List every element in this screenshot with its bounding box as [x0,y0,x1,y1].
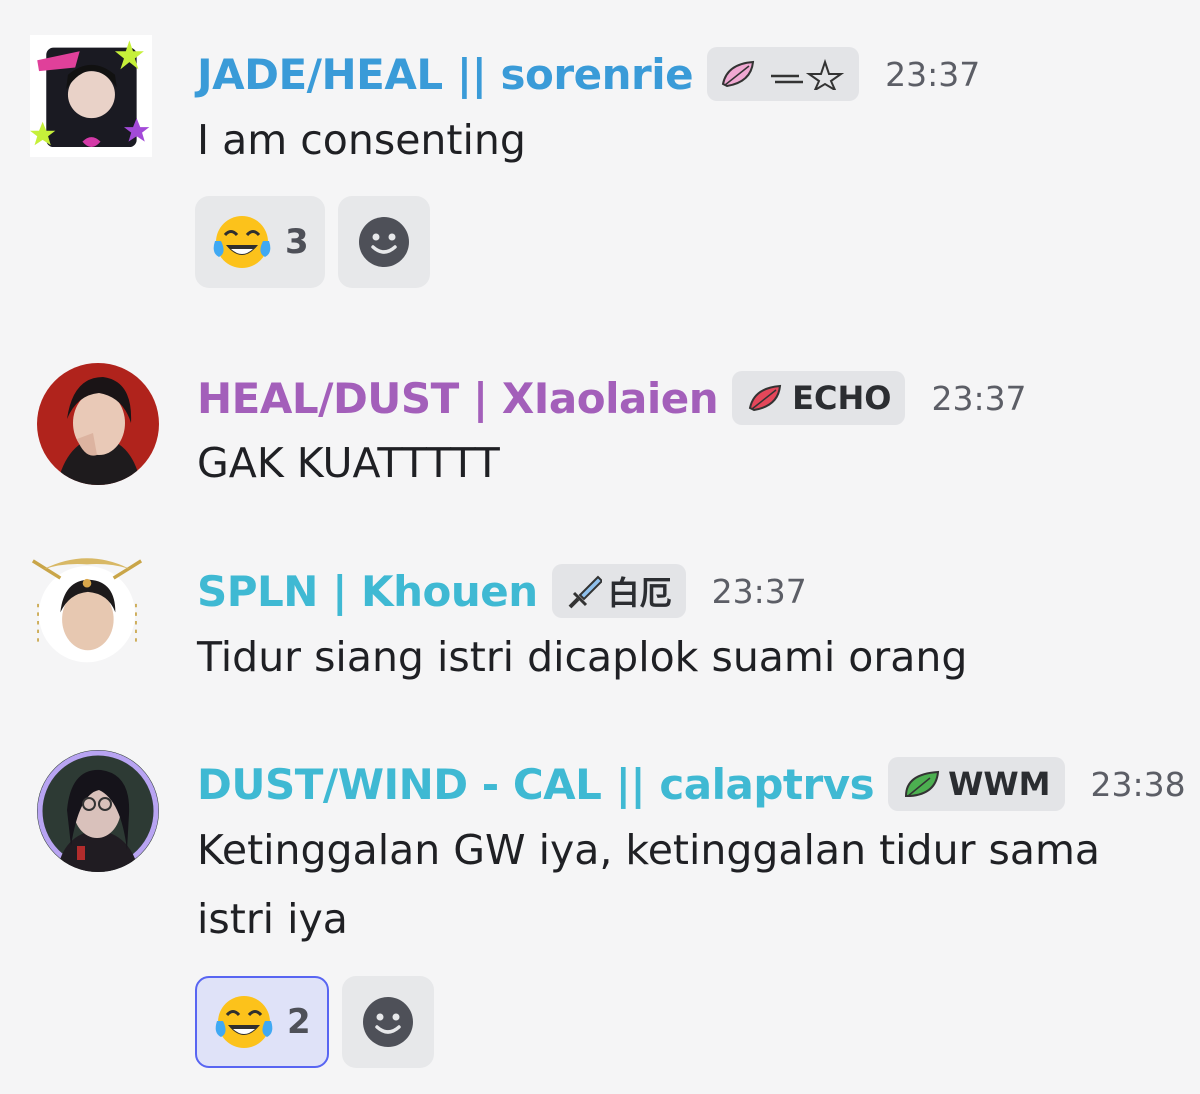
add-reaction-button[interactable] [341,976,434,1068]
role-tag[interactable]: WWM [888,757,1065,811]
reaction-bar: 3 [195,196,430,288]
message-text: Tidur siang istri dicaplok suami orang [197,633,968,681]
reaction-count: 2 [287,1002,311,1042]
message-text: I am consenting [197,116,526,164]
username[interactable]: HEAL/DUST | XIaolaien [197,374,719,423]
avatar[interactable] [26,548,168,680]
avatar[interactable] [37,750,159,872]
smiley-icon [362,997,413,1047]
username[interactable]: DUST/WIND - CAL || calaptrvs [197,760,875,809]
reaction-laughing[interactable]: 2 [195,976,329,1068]
avatar[interactable] [30,35,165,170]
role-tag[interactable] [707,47,860,101]
sparkle-icon [771,58,845,90]
username[interactable]: JADE/HEAL || sorenrie [197,50,694,99]
reaction-bar: 2 [195,976,434,1068]
laughing-crying-emoji-icon [213,216,271,268]
avatar-image [30,35,152,157]
role-tag-label: 白厄 [607,574,672,612]
role-tag-label: ECHO [792,379,892,417]
timestamp: 23:37 [931,378,1027,418]
message-text: GAK KUATTTTT [197,439,500,487]
role-tag[interactable]: ECHO [732,371,906,425]
laughing-crying-emoji-icon [215,996,273,1048]
avatar[interactable] [37,363,159,485]
username[interactable]: SPLN | Khouen [197,567,538,616]
red-feather-icon [748,384,782,412]
avatar-image [37,750,159,872]
avatar-image [37,363,159,485]
reaction-count: 3 [285,222,309,262]
smiley-icon [358,217,409,267]
pink-feather-icon [721,60,755,88]
sword-icon [568,575,602,609]
timestamp: 23:37 [711,571,807,611]
role-tag[interactable]: 白厄 [551,564,686,618]
add-reaction-button[interactable] [337,196,430,288]
timestamp: 23:37 [885,54,981,94]
reaction-laughing[interactable]: 3 [195,196,325,288]
timestamp: 23:38 [1090,764,1186,804]
avatar-image [26,552,148,666]
message-text: Ketinggalan GW iya, ketinggalan tidur sa… [197,826,1101,943]
green-leaf-icon [905,770,940,797]
role-tag-label: WWM [948,765,1051,803]
